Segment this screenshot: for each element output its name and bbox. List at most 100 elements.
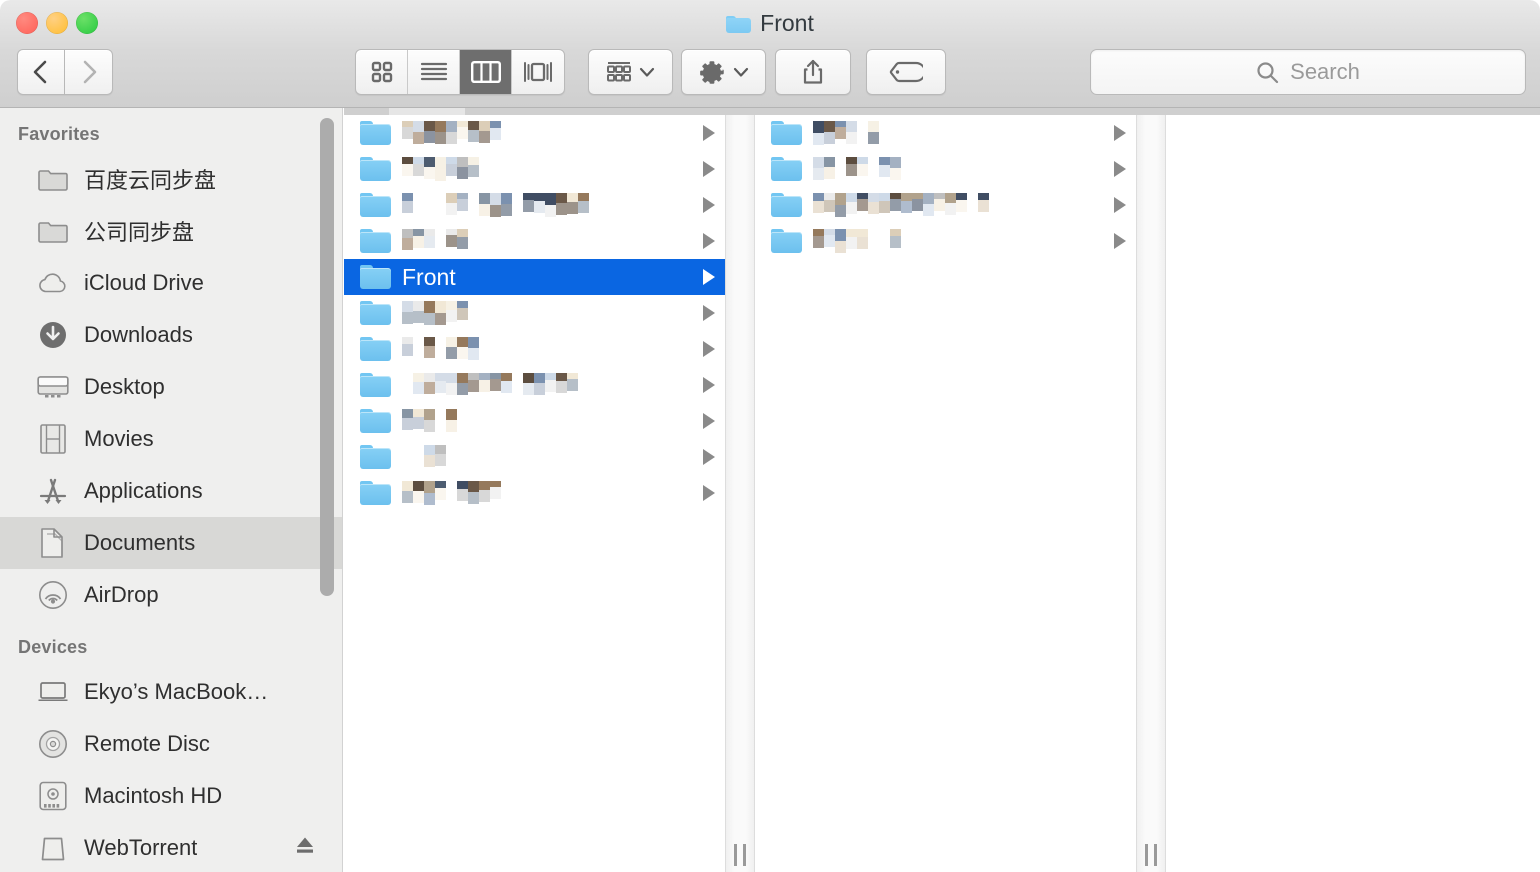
column-2[interactable] bbox=[755, 115, 1136, 872]
column-row-selected[interactable]: Front bbox=[344, 259, 725, 295]
folder-icon bbox=[771, 193, 802, 217]
column-row[interactable] bbox=[344, 331, 725, 367]
column-row[interactable] bbox=[344, 187, 725, 223]
column-row[interactable] bbox=[755, 187, 1136, 223]
column-1[interactable]: Front bbox=[344, 115, 725, 872]
forward-button[interactable] bbox=[65, 49, 113, 95]
sidebar-item-label: iCloud Drive bbox=[84, 270, 204, 295]
column-row[interactable] bbox=[344, 475, 725, 511]
redacted-folder-name bbox=[402, 409, 457, 433]
sidebar-item-label: Desktop bbox=[84, 374, 165, 399]
view-icon-button[interactable] bbox=[356, 50, 408, 94]
sidebar-item-label: 公司同步盘 bbox=[84, 220, 195, 245]
column-3[interactable] bbox=[1166, 115, 1540, 872]
laptop-icon bbox=[36, 675, 70, 709]
redacted-name bbox=[402, 229, 479, 253]
close-button[interactable] bbox=[16, 12, 38, 34]
sidebar[interactable]: Favorites 百度云同步盘公司同步盘 iCloud Drive Download… bbox=[0, 108, 343, 872]
maximize-button[interactable] bbox=[76, 12, 98, 34]
sidebar-item-webtorrent[interactable]: WebTorrent bbox=[0, 822, 342, 872]
folder-icon bbox=[360, 301, 391, 325]
disclosure-arrow-icon[interactable] bbox=[703, 125, 715, 141]
horizontal-scrollbar-thumb[interactable] bbox=[389, 108, 465, 115]
arrange-button[interactable] bbox=[588, 49, 673, 95]
column-resize-grip[interactable] bbox=[1145, 844, 1157, 866]
redacted-name bbox=[813, 229, 901, 253]
action-button[interactable] bbox=[681, 49, 766, 95]
sidebar-item-applications[interactable]: Applications bbox=[0, 465, 342, 517]
share-button[interactable] bbox=[775, 49, 851, 95]
disclosure-arrow-icon[interactable] bbox=[703, 197, 715, 213]
sidebar-item-[interactable]: 百度云同步盘 bbox=[0, 153, 342, 205]
column-row[interactable] bbox=[344, 223, 725, 259]
column-resize-grip[interactable] bbox=[734, 844, 746, 866]
page-title: Front bbox=[0, 8, 1540, 38]
redacted-folder-name bbox=[402, 481, 501, 505]
column-row[interactable] bbox=[755, 151, 1136, 187]
columns-icon bbox=[470, 61, 501, 83]
disclosure-arrow-icon[interactable] bbox=[703, 413, 715, 429]
column-divider-1[interactable] bbox=[725, 115, 755, 872]
sidebar-item-[interactable]: 公司同步盘 bbox=[0, 205, 342, 257]
sidebar-item-downloads[interactable]: Downloads bbox=[0, 309, 342, 361]
disclosure-arrow-icon[interactable] bbox=[1114, 125, 1126, 141]
sidebar-item-macintosh-hd[interactable]: Macintosh HD bbox=[0, 770, 342, 822]
desktop-icon bbox=[36, 370, 70, 404]
sidebar-item-movies[interactable]: Movies bbox=[0, 413, 342, 465]
sidebar-item-remote-disc[interactable]: Remote Disc bbox=[0, 718, 342, 770]
column-row[interactable] bbox=[344, 115, 725, 151]
disclosure-arrow-icon[interactable] bbox=[703, 269, 715, 285]
disclosure-arrow-icon[interactable] bbox=[703, 161, 715, 177]
cloud-icon bbox=[36, 266, 70, 300]
redacted-name bbox=[402, 481, 501, 505]
search-icon bbox=[1257, 61, 1279, 83]
window-title-text: Front bbox=[760, 10, 814, 36]
disclosure-arrow-icon[interactable] bbox=[703, 485, 715, 501]
redacted-folder-name bbox=[402, 373, 578, 397]
folder-icon bbox=[360, 193, 391, 217]
sidebar-scrollbar[interactable] bbox=[320, 118, 334, 596]
disclosure-arrow-icon[interactable] bbox=[1114, 233, 1126, 249]
folder-icon bbox=[771, 121, 802, 145]
sidebar-item-desktop[interactable]: Desktop bbox=[0, 361, 342, 413]
disclosure-arrow-icon[interactable] bbox=[1114, 197, 1126, 213]
disclosure-arrow-icon[interactable] bbox=[1114, 161, 1126, 177]
search-input[interactable]: Search bbox=[1090, 49, 1526, 95]
column-row[interactable] bbox=[344, 403, 725, 439]
documents-icon bbox=[36, 526, 70, 560]
sidebar-section-header: Favorites bbox=[18, 124, 100, 144]
view-column-button[interactable] bbox=[460, 50, 512, 94]
column-row[interactable] bbox=[755, 115, 1136, 151]
disclosure-arrow-icon[interactable] bbox=[703, 305, 715, 321]
folder-icon bbox=[360, 157, 391, 181]
chevron-down-icon bbox=[639, 67, 655, 77]
sidebar-item-airdrop[interactable]: AirDrop bbox=[0, 569, 342, 621]
disclosure-arrow-icon[interactable] bbox=[703, 233, 715, 249]
column-row[interactable] bbox=[344, 439, 725, 475]
disclosure-arrow-icon[interactable] bbox=[703, 341, 715, 357]
column-row[interactable] bbox=[344, 151, 725, 187]
column-row[interactable] bbox=[755, 223, 1136, 259]
disclosure-arrow-icon[interactable] bbox=[703, 449, 715, 465]
tags-button[interactable] bbox=[866, 49, 946, 95]
minimize-button[interactable] bbox=[46, 12, 68, 34]
column-row[interactable] bbox=[344, 367, 725, 403]
view-gallery-button[interactable] bbox=[512, 50, 564, 94]
column-row[interactable] bbox=[344, 295, 725, 331]
view-list-button[interactable] bbox=[408, 50, 460, 94]
chevron-right-icon bbox=[83, 60, 96, 84]
back-button[interactable] bbox=[17, 49, 65, 95]
disclosure-arrow-icon[interactable] bbox=[703, 377, 715, 393]
sidebar-item-ekyo-s-macbook[interactable]: Ekyo’s MacBook… bbox=[0, 666, 342, 718]
eject-icon[interactable] bbox=[294, 834, 316, 862]
folder-icon bbox=[771, 157, 802, 181]
redacted-folder-name bbox=[402, 337, 490, 361]
folder-name: Front bbox=[402, 263, 456, 290]
redacted-name bbox=[402, 157, 479, 181]
redacted-folder-name bbox=[402, 121, 501, 145]
sidebar-item-icloud-drive[interactable]: iCloud Drive bbox=[0, 257, 342, 309]
gallery-icon bbox=[524, 62, 552, 82]
column-divider-2[interactable] bbox=[1136, 115, 1166, 872]
sidebar-item-documents[interactable]: Documents bbox=[0, 517, 342, 569]
horizontal-scrollbar[interactable] bbox=[344, 108, 1540, 115]
